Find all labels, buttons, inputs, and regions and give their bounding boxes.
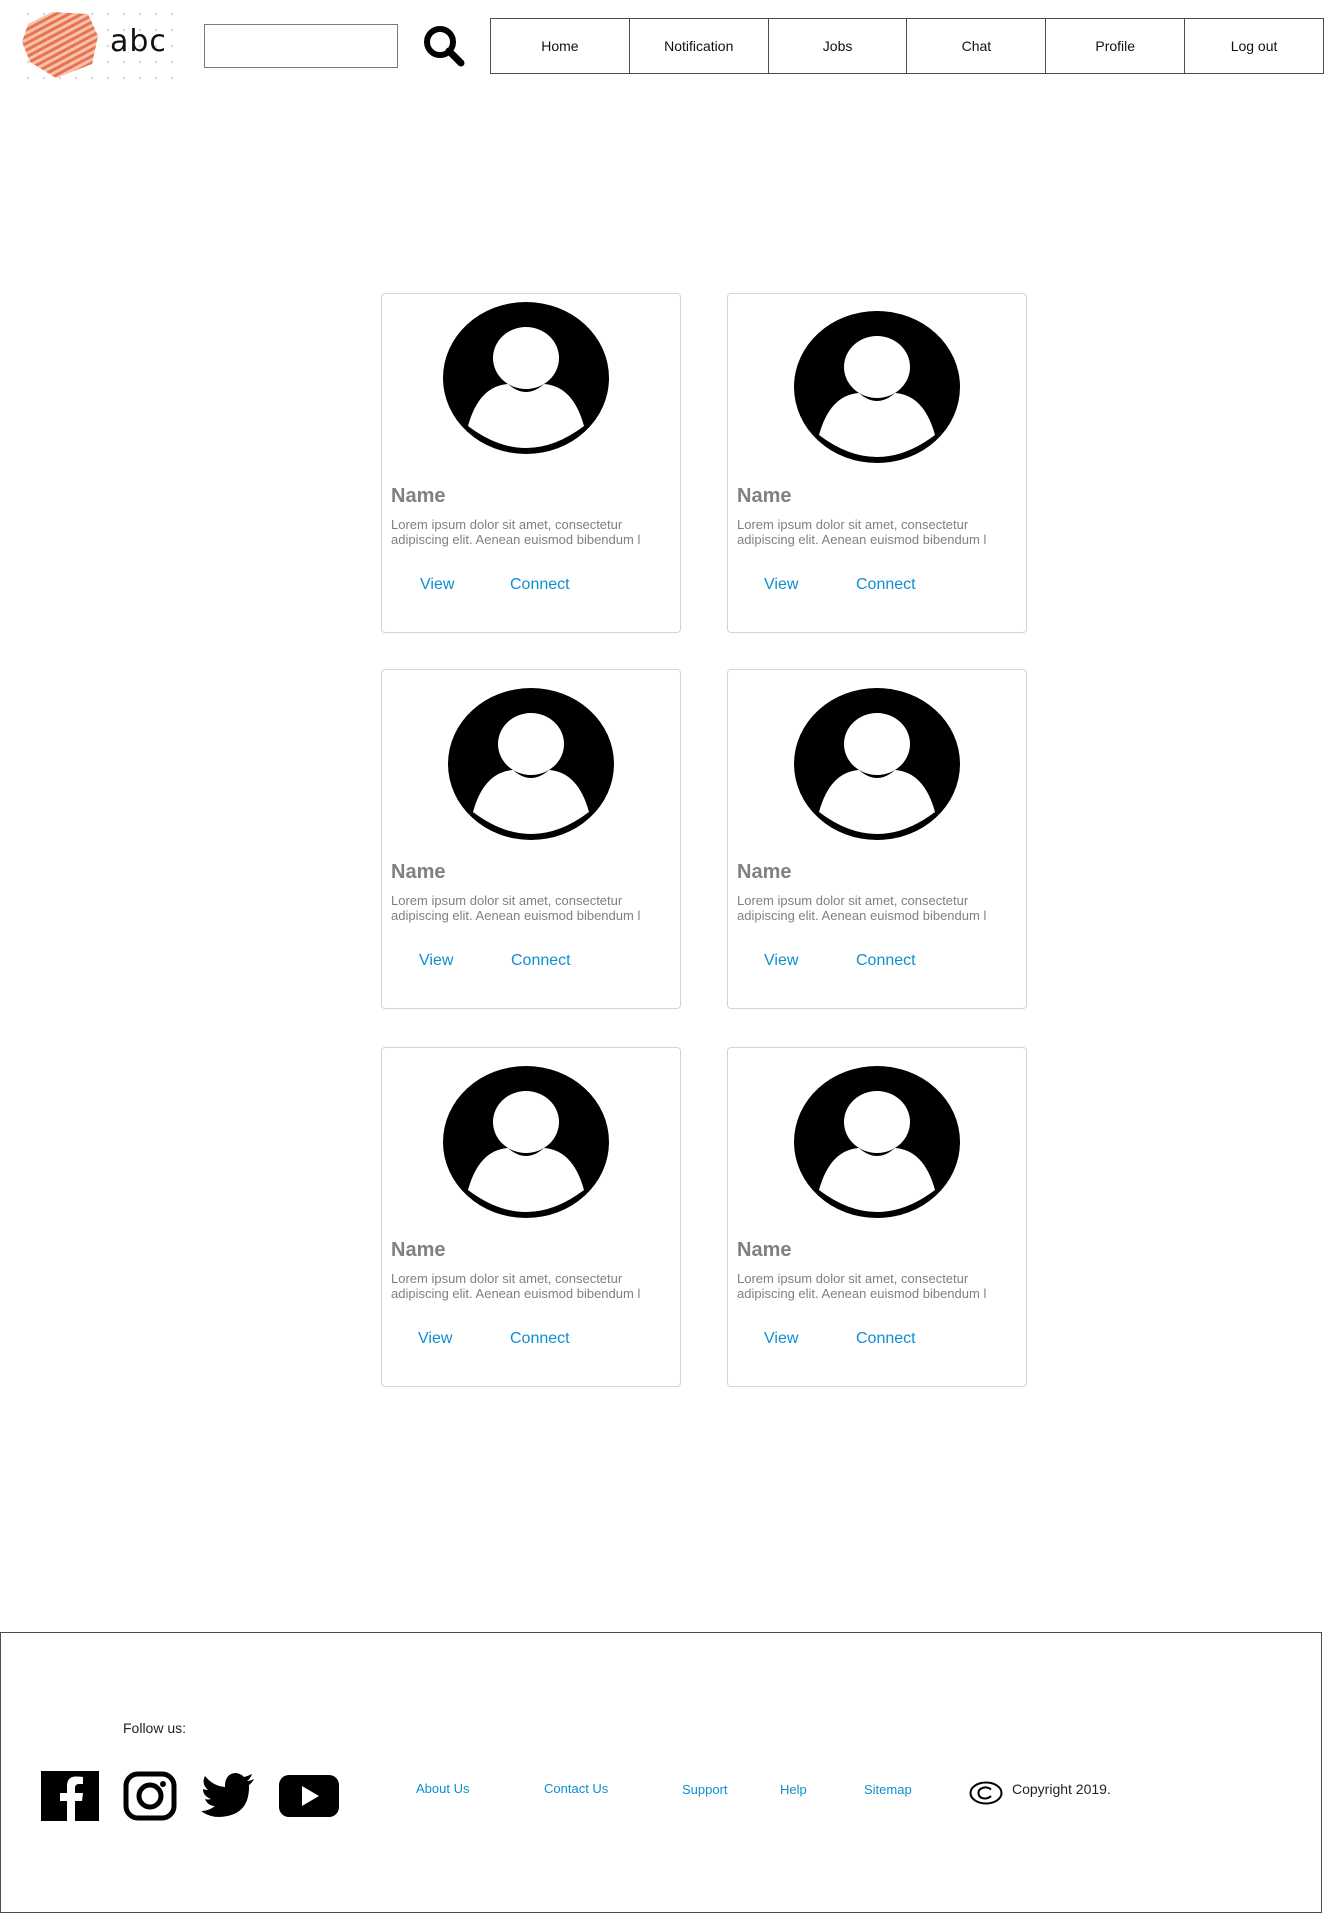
card-name: Name bbox=[737, 861, 792, 883]
copyright-text: Copyright 2019. bbox=[1012, 1781, 1111, 1797]
user-avatar-icon bbox=[794, 1066, 960, 1218]
card-description: Lorem ipsum dolor sit amet, consectetur … bbox=[391, 517, 641, 547]
user-avatar-icon bbox=[443, 1066, 609, 1218]
connect-button[interactable]: Connect bbox=[856, 576, 916, 594]
nav-logout[interactable]: Log out bbox=[1184, 19, 1323, 73]
logo-text: abc bbox=[110, 24, 167, 59]
nav-home[interactable]: Home bbox=[491, 19, 629, 73]
user-avatar-icon bbox=[794, 688, 960, 840]
profile-card: Name Lorem ipsum dolor sit amet, consect… bbox=[727, 669, 1027, 1009]
footer-link-about-us[interactable]: About Us bbox=[416, 1781, 469, 1796]
nav-notification[interactable]: Notification bbox=[628, 19, 768, 73]
view-button[interactable]: View bbox=[419, 952, 453, 970]
nav-chat[interactable]: Chat bbox=[906, 19, 1045, 73]
profile-card: Name Lorem ipsum dolor sit amet, consect… bbox=[381, 669, 681, 1009]
card-description: Lorem ipsum dolor sit amet, consectetur … bbox=[737, 517, 987, 547]
search-input[interactable] bbox=[204, 24, 398, 68]
profile-card: Name Lorem ipsum dolor sit amet, consect… bbox=[381, 1047, 681, 1387]
card-name: Name bbox=[391, 1239, 446, 1261]
connect-button[interactable]: Connect bbox=[510, 576, 570, 594]
connect-button[interactable]: Connect bbox=[511, 952, 571, 970]
profile-card: Name Lorem ipsum dolor sit amet, consect… bbox=[727, 293, 1027, 633]
twitter-icon[interactable] bbox=[202, 1771, 256, 1821]
card-name: Name bbox=[391, 861, 446, 883]
user-avatar-icon bbox=[794, 311, 960, 463]
connect-button[interactable]: Connect bbox=[856, 1330, 916, 1348]
user-avatar-icon bbox=[448, 688, 614, 840]
connect-button[interactable]: Connect bbox=[510, 1330, 570, 1348]
youtube-icon[interactable] bbox=[279, 1771, 339, 1821]
footer-link-sitemap[interactable]: Sitemap bbox=[864, 1782, 912, 1797]
facebook-icon[interactable] bbox=[41, 1771, 99, 1821]
instagram-icon[interactable] bbox=[123, 1771, 177, 1821]
view-button[interactable]: View bbox=[418, 1330, 452, 1348]
user-avatar-icon bbox=[443, 302, 609, 454]
profile-card: Name Lorem ipsum dolor sit amet, consect… bbox=[381, 293, 681, 633]
follow-us-label: Follow us: bbox=[123, 1720, 187, 1736]
nav-profile[interactable]: Profile bbox=[1045, 19, 1184, 73]
card-description: Lorem ipsum dolor sit amet, consectetur … bbox=[391, 1271, 641, 1301]
profile-card: Name Lorem ipsum dolor sit amet, consect… bbox=[727, 1047, 1027, 1387]
view-button[interactable]: View bbox=[764, 576, 798, 594]
connect-button[interactable]: Connect bbox=[856, 952, 916, 970]
card-description: Lorem ipsum dolor sit amet, consectetur … bbox=[737, 1271, 987, 1301]
nav-jobs[interactable]: Jobs bbox=[767, 19, 907, 73]
copyright-icon bbox=[969, 1781, 1003, 1805]
footer-link-help[interactable]: Help bbox=[780, 1782, 807, 1797]
view-button[interactable]: View bbox=[764, 952, 798, 970]
footer: Follow us: About Us Contact Us Support H… bbox=[0, 1632, 1322, 1913]
card-name: Name bbox=[737, 1239, 792, 1261]
view-button[interactable]: View bbox=[764, 1330, 798, 1348]
view-button[interactable]: View bbox=[420, 576, 454, 594]
logo-mark-icon bbox=[22, 12, 98, 78]
card-name: Name bbox=[737, 485, 792, 507]
footer-link-support[interactable]: Support bbox=[682, 1782, 728, 1797]
card-name: Name bbox=[391, 485, 446, 507]
search-icon[interactable] bbox=[422, 24, 466, 68]
footer-link-contact-us[interactable]: Contact Us bbox=[544, 1781, 608, 1796]
card-description: Lorem ipsum dolor sit amet, consectetur … bbox=[391, 893, 641, 923]
main-nav: Home Notification Jobs Chat Profile Log … bbox=[490, 18, 1324, 74]
card-description: Lorem ipsum dolor sit amet, consectetur … bbox=[737, 893, 987, 923]
